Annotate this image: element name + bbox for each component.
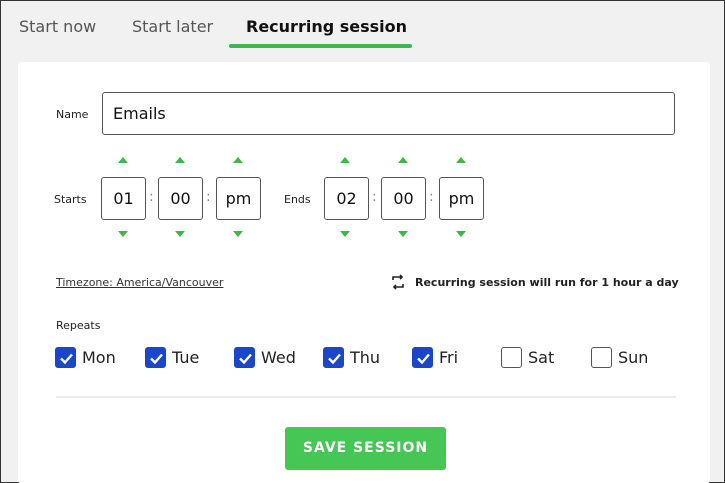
start-hour-decrement-icon[interactable] — [118, 231, 128, 237]
day-label-sun: Sun — [618, 348, 649, 367]
end-hour-decrement-icon[interactable] — [340, 231, 350, 237]
end-hour-field[interactable]: 02 — [324, 177, 369, 220]
checkbox-tue[interactable] — [145, 347, 166, 368]
tab-start-now[interactable]: Start now — [19, 17, 96, 36]
checkmark-icon — [60, 353, 73, 365]
day-label-tue: Tue — [172, 348, 200, 367]
checkmark-icon — [150, 353, 163, 365]
repeats-label: Repeats — [56, 319, 101, 332]
time-separator: : — [372, 189, 377, 205]
day-option-sun[interactable]: Sun — [591, 347, 656, 369]
checkmark-icon — [417, 353, 430, 365]
end-period-decrement-icon[interactable] — [456, 231, 466, 237]
time-separator: : — [206, 189, 211, 205]
day-option-thu[interactable]: Thu — [323, 347, 383, 369]
end-minute-decrement-icon[interactable] — [398, 231, 408, 237]
start-period-field[interactable]: pm — [216, 177, 261, 220]
start-period-increment-icon[interactable] — [233, 157, 243, 163]
start-minute-decrement-icon[interactable] — [175, 231, 185, 237]
active-tab-indicator — [229, 44, 412, 48]
start-hour-field[interactable]: 01 — [101, 177, 146, 220]
day-label-sat: Sat — [528, 348, 555, 367]
repeat-icon — [392, 274, 404, 290]
checkmark-icon — [239, 353, 252, 365]
section-divider — [56, 396, 676, 398]
starts-label: Starts — [54, 193, 87, 206]
day-option-sat[interactable]: Sat — [501, 347, 561, 369]
session-name-input[interactable]: Emails — [102, 92, 675, 135]
ends-label: Ends — [284, 193, 311, 206]
checkbox-mon[interactable] — [55, 347, 76, 368]
start-period-decrement-icon[interactable] — [233, 231, 243, 237]
day-label-fri: Fri — [439, 348, 459, 367]
checkbox-sun[interactable] — [591, 347, 612, 368]
day-option-tue[interactable]: Tue — [145, 347, 205, 369]
checkbox-wed[interactable] — [234, 347, 255, 368]
end-minute-field[interactable]: 00 — [381, 177, 426, 220]
day-option-wed[interactable]: Wed — [234, 347, 304, 369]
tab-start-later[interactable]: Start later — [132, 17, 213, 36]
checkmark-icon — [328, 353, 341, 365]
start-hour-increment-icon[interactable] — [118, 157, 128, 163]
day-label-mon: Mon — [82, 348, 116, 367]
tab-recurring-session[interactable]: Recurring session — [246, 17, 407, 36]
end-period-field[interactable]: pm — [439, 177, 484, 220]
day-label-wed: Wed — [261, 348, 296, 367]
recurring-duration-text: Recurring session will run for 1 hour a … — [415, 276, 679, 289]
checkbox-thu[interactable] — [323, 347, 344, 368]
start-minute-increment-icon[interactable] — [175, 157, 185, 163]
session-tabs: Start now Start later Recurring session — [1, 1, 725, 51]
save-session-button[interactable]: SAVE SESSION — [285, 427, 446, 470]
time-separator: : — [149, 189, 154, 205]
day-option-mon[interactable]: Mon — [55, 347, 125, 369]
day-label-thu: Thu — [350, 348, 381, 367]
checkbox-sat[interactable] — [501, 347, 522, 368]
end-minute-increment-icon[interactable] — [398, 157, 408, 163]
end-period-increment-icon[interactable] — [456, 157, 466, 163]
name-label: Name — [56, 108, 89, 121]
time-separator: : — [429, 189, 434, 205]
end-hour-increment-icon[interactable] — [340, 157, 350, 163]
checkbox-fri[interactable] — [412, 347, 433, 368]
start-minute-field[interactable]: 00 — [158, 177, 203, 220]
day-option-fri[interactable]: Fri — [412, 347, 467, 369]
timezone-link[interactable]: Timezone: America/Vancouver — [56, 276, 223, 289]
